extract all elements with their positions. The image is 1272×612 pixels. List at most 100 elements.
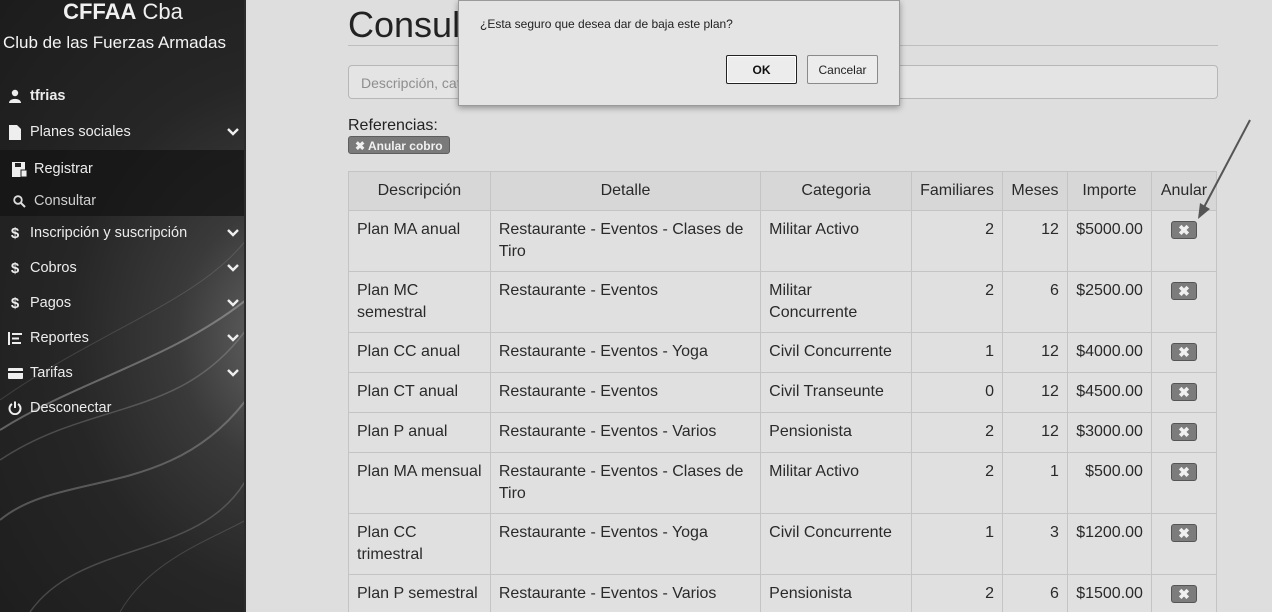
brand-title: CFFAA Cba	[63, 0, 183, 24]
cell-descripcion: Plan P anual	[348, 412, 491, 453]
cell-detalle: Restaurante - Eventos - Clases de Tiro	[489, 452, 762, 514]
dialog-message: ¿Esta seguro que desea dar de baja este …	[480, 17, 733, 31]
cell-descripcion: Plan MA anual	[348, 210, 491, 272]
anular-button[interactable]: ✖	[1170, 524, 1197, 542]
cell-importe: $4000.00	[1066, 332, 1152, 373]
cell-detalle: Restaurante - Eventos - Yoga	[489, 513, 762, 575]
cell-meses: 6	[1001, 271, 1068, 333]
sidebar-item-desconectar[interactable]: Desconectar	[0, 392, 244, 424]
close-icon: ✖	[1178, 384, 1190, 400]
card-icon	[6, 367, 24, 379]
cell-importe: $5000.00	[1066, 210, 1152, 272]
cell-detalle: Restaurante - Eventos - Yoga	[489, 332, 762, 373]
cancel-button[interactable]: Cancelar	[807, 55, 878, 84]
cell-anular: ✖	[1150, 210, 1218, 272]
power-icon	[6, 401, 24, 415]
cell-familiares: 2	[910, 574, 1003, 612]
chevron-down-icon	[227, 369, 239, 377]
anular-button[interactable]: ✖	[1170, 383, 1197, 401]
user-icon	[6, 89, 24, 103]
chevron-down-icon	[227, 264, 239, 272]
cell-meses: 3	[1001, 513, 1068, 575]
page-title: Consul	[348, 4, 461, 45]
sidebar-item-label: Pagos	[30, 295, 72, 311]
cell-familiares: 2	[910, 271, 1003, 333]
close-icon: ✖	[355, 139, 366, 153]
anular-button[interactable]: ✖	[1170, 585, 1197, 603]
close-icon: ✖	[1178, 283, 1190, 299]
dollar-icon: $	[10, 224, 20, 242]
close-icon: ✖	[1178, 464, 1190, 480]
close-icon: ✖	[1178, 525, 1190, 541]
close-icon: ✖	[1178, 222, 1190, 238]
cell-categoria: Militar Activo	[760, 452, 912, 514]
cell-categoria: Civil Concurrente	[760, 332, 912, 373]
cell-importe: $500.00	[1066, 452, 1152, 514]
column-header[interactable]: Categoria	[760, 171, 912, 211]
sidebar-item-label: Desconectar	[30, 400, 112, 416]
anular-button[interactable]: ✖	[1170, 343, 1197, 361]
sidebar-item-label: Cobros	[30, 260, 77, 276]
cell-importe: $1500.00	[1066, 574, 1152, 612]
column-header[interactable]: Anular	[1150, 171, 1218, 211]
user-name: tfrias	[30, 88, 66, 104]
cell-familiares: 2	[910, 412, 1003, 453]
anular-button[interactable]: ✖	[1170, 282, 1197, 300]
anular-button[interactable]: ✖	[1170, 463, 1197, 481]
cell-importe: $2500.00	[1066, 271, 1152, 333]
cell-anular: ✖	[1150, 452, 1218, 514]
cell-anular: ✖	[1150, 574, 1218, 612]
dollar-icon: $	[10, 259, 20, 277]
cell-meses: 1	[1001, 452, 1068, 514]
column-header[interactable]: Meses	[1001, 171, 1068, 211]
sidebar-item-inscripcion[interactable]: $ Inscripción y suscripción	[0, 217, 244, 249]
cell-familiares: 1	[910, 332, 1003, 373]
table-row: Plan MA anual Restaurante - Eventos - Cl…	[348, 210, 1218, 272]
cell-familiares: 2	[910, 452, 1003, 514]
plans-table: Descripción Detalle Categoria Familiares…	[348, 171, 1218, 612]
table-row: Plan P semestral Restaurante - Eventos -…	[348, 574, 1218, 612]
anular-button[interactable]: ✖	[1170, 221, 1197, 239]
cell-detalle: Restaurante - Eventos - Varios	[489, 412, 762, 453]
cell-meses: 12	[1001, 210, 1068, 272]
cell-importe: $1200.00	[1066, 513, 1152, 575]
cell-anular: ✖	[1150, 332, 1218, 373]
table-row: Plan CC trimestral Restaurante - Eventos…	[348, 513, 1218, 575]
anular-button[interactable]: ✖	[1170, 423, 1197, 441]
cell-descripcion: Plan MC semestral	[348, 271, 491, 333]
cell-importe: $3000.00	[1066, 412, 1152, 453]
cell-categoria: Civil Transeunte	[760, 372, 912, 413]
dollar-icon: $	[10, 294, 20, 312]
cell-detalle: Restaurante - Eventos - Clases de Tiro	[489, 210, 762, 272]
cell-detalle: Restaurante - Eventos	[489, 271, 762, 333]
column-header[interactable]: Importe	[1066, 171, 1152, 211]
table-row: Plan MC semestral Restaurante - Eventos …	[348, 271, 1218, 333]
cell-anular: ✖	[1150, 271, 1218, 333]
sidebar-item-tarifas[interactable]: Tarifas	[0, 357, 244, 389]
sidebar-item-pagos[interactable]: $ Pagos	[0, 287, 244, 319]
chevron-down-icon	[227, 334, 239, 342]
table-row: Plan CC anual Restaurante - Eventos - Yo…	[348, 332, 1218, 373]
sidebar-item-label: Registrar	[34, 161, 93, 177]
sidebar-item-label: Planes sociales	[30, 124, 131, 140]
close-icon: ✖	[1178, 424, 1190, 440]
sidebar-item-label: Reportes	[30, 330, 89, 346]
sidebar-item-consultar[interactable]: Consultar	[4, 185, 244, 217]
cell-categoria: Pensionista	[760, 412, 912, 453]
user-profile[interactable]: tfrias	[0, 80, 244, 112]
sidebar-item-label: Inscripción y suscripción	[30, 225, 188, 241]
column-header[interactable]: Detalle	[489, 171, 762, 211]
sidebar-item-cobros[interactable]: $ Cobros	[0, 252, 244, 284]
close-icon: ✖	[1178, 344, 1190, 360]
sidebar-item-reportes[interactable]: Reportes	[0, 322, 244, 354]
sidebar-item-planes-sociales[interactable]: Planes sociales	[0, 116, 244, 148]
brand-subtitle: Club de las Fuerzas Armadas	[3, 33, 226, 52]
ok-button[interactable]: OK	[726, 55, 797, 84]
column-header[interactable]: Descripción	[348, 171, 491, 211]
cell-meses: 12	[1001, 332, 1068, 373]
column-header[interactable]: Familiares	[910, 171, 1003, 211]
cell-descripcion: Plan MA mensual	[348, 452, 491, 514]
sidebar-item-registrar[interactable]: Registrar	[4, 153, 244, 185]
chevron-down-icon	[227, 128, 239, 136]
cell-categoria: Civil Concurrente	[760, 513, 912, 575]
